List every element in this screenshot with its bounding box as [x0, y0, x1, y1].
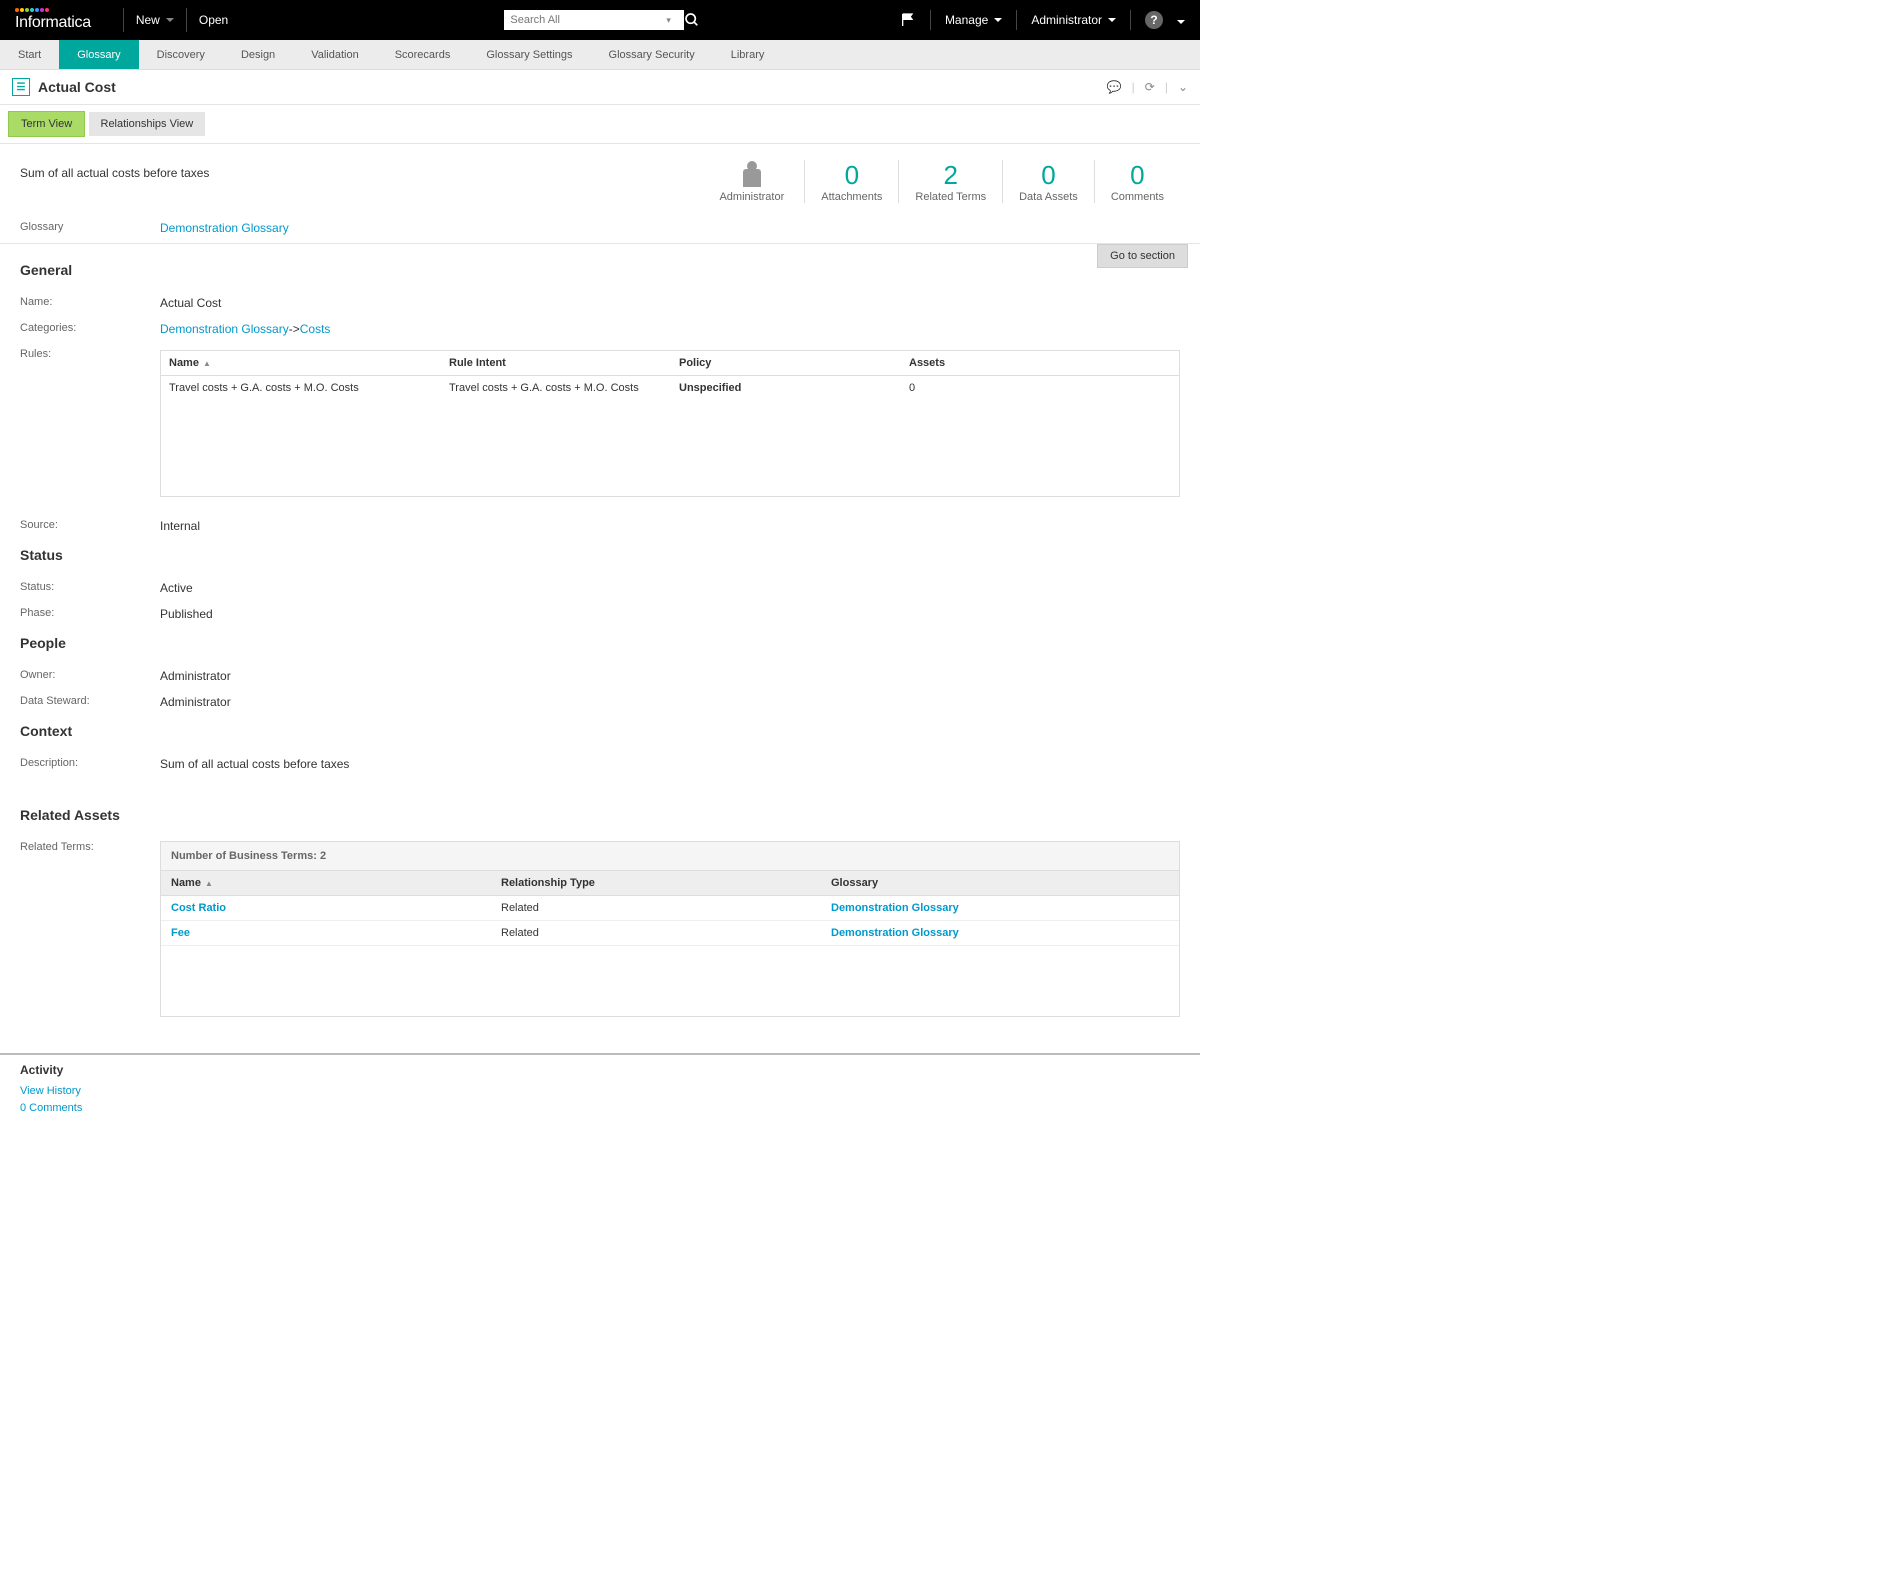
section-people-title: People	[20, 635, 1180, 651]
app-logo: Informatica	[15, 8, 91, 32]
search-icon[interactable]	[684, 12, 700, 28]
glossary-row: Glossary Demonstration Glossary	[0, 213, 1200, 244]
tab-discovery[interactable]: Discovery	[139, 40, 223, 69]
refresh-icon[interactable]: ⟳	[1145, 80, 1155, 94]
manage-menu[interactable]: Manage	[945, 13, 1002, 27]
related-header-glossary[interactable]: Glossary	[821, 871, 1151, 895]
name-label: Name:	[20, 296, 160, 310]
term-description: Sum of all actual costs before taxes	[20, 166, 209, 180]
flag-icon[interactable]	[900, 12, 916, 28]
description-label: Description:	[20, 757, 160, 771]
user-menu[interactable]: Administrator	[1031, 13, 1116, 27]
tab-design[interactable]: Design	[223, 40, 293, 69]
categories-label: Categories:	[20, 322, 160, 336]
tab-glossary-settings[interactable]: Glossary Settings	[468, 40, 590, 69]
term-icon: ☰	[12, 78, 30, 96]
tab-relationships-view[interactable]: Relationships View	[89, 112, 206, 136]
page-title: Actual Cost	[38, 79, 116, 95]
phase-label: Phase:	[20, 607, 160, 621]
tab-scorecards[interactable]: Scorecards	[377, 40, 469, 69]
source-value: Internal	[160, 519, 1180, 533]
name-value: Actual Cost	[160, 296, 1180, 310]
status-value: Active	[160, 581, 1180, 595]
related-term-link[interactable]: Cost Ratio	[171, 902, 226, 914]
tab-glossary-security[interactable]: Glossary Security	[591, 40, 713, 69]
user-icon	[743, 169, 761, 187]
categories-link-glossary[interactable]: Demonstration Glossary	[160, 322, 289, 336]
tab-validation[interactable]: Validation	[293, 40, 377, 69]
section-general-title: General	[20, 262, 1180, 278]
new-menu[interactable]: New	[136, 13, 174, 27]
content-area: Go to section General Name: Actual Cost …	[0, 244, 1200, 1033]
view-history-link[interactable]: View History	[20, 1083, 1180, 1100]
source-label: Source:	[20, 519, 160, 533]
search-scope-dropdown-icon[interactable]: ▾	[666, 15, 671, 26]
related-row: Fee Related Demonstration Glossary	[161, 921, 1179, 946]
rules-table: Name▲ Rule Intent Policy Assets Travel c…	[160, 350, 1180, 497]
description-value: Sum of all actual costs before taxes	[160, 757, 1180, 771]
view-tabs: Term View Relationships View	[0, 105, 1200, 144]
comments-link[interactable]: 0 Comments	[20, 1100, 1180, 1117]
comment-bubble-icon[interactable]: 💬	[1107, 80, 1122, 94]
logo-text: Informatica	[15, 14, 91, 32]
phase-value: Published	[160, 607, 1180, 621]
related-glossary-link[interactable]: Demonstration Glossary	[831, 927, 959, 939]
status-label: Status:	[20, 581, 160, 595]
rules-row[interactable]: Travel costs + G.A. costs + M.O. Costs T…	[161, 376, 1179, 400]
related-header-name[interactable]: Name▲	[161, 871, 491, 895]
help-icon[interactable]: ?	[1145, 11, 1163, 29]
related-row: Cost Ratio Related Demonstration Glossar…	[161, 896, 1179, 921]
rules-header-name[interactable]: Name▲	[161, 351, 441, 375]
search-input[interactable]	[504, 10, 684, 30]
tab-glossary[interactable]: Glossary	[59, 40, 138, 69]
stat-attachments[interactable]: 0 Attachments	[804, 160, 898, 203]
section-related-assets-title: Related Assets	[20, 807, 1180, 823]
rules-label: Rules:	[20, 348, 160, 497]
related-header-type[interactable]: Relationship Type	[491, 871, 821, 895]
stat-administrator: Administrator	[703, 169, 804, 203]
nav-tabs: Start Glossary Discovery Design Validati…	[0, 40, 1200, 70]
steward-value: Administrator	[160, 695, 1180, 709]
stat-data-assets[interactable]: 0 Data Assets	[1002, 160, 1094, 203]
top-bar: Informatica New Open ▾ Manage Administra…	[0, 0, 1200, 40]
stat-related-terms[interactable]: 2 Related Terms	[898, 160, 1002, 203]
glossary-label: Glossary	[20, 221, 160, 235]
page-header: ☰ Actual Cost 💬 | ⟳ | ⌄	[0, 70, 1200, 105]
owner-value: Administrator	[160, 669, 1180, 683]
goto-section-button[interactable]: Go to section	[1097, 244, 1188, 268]
related-glossary-link[interactable]: Demonstration Glossary	[831, 902, 959, 914]
related-terms-label: Related Terms:	[20, 841, 160, 1017]
activity-title: Activity	[20, 1063, 1180, 1077]
rules-header-policy[interactable]: Policy	[671, 351, 901, 375]
rules-header-intent[interactable]: Rule Intent	[441, 351, 671, 375]
related-terms-caption: Number of Business Terms: 2	[161, 842, 1179, 871]
stat-comments[interactable]: 0 Comments	[1094, 160, 1180, 203]
help-dropdown-icon[interactable]	[1177, 13, 1185, 27]
glossary-link[interactable]: Demonstration Glossary	[160, 221, 289, 235]
search-container: ▾	[504, 10, 700, 30]
section-context-title: Context	[20, 723, 1180, 739]
tab-start[interactable]: Start	[0, 40, 59, 69]
tab-library[interactable]: Library	[713, 40, 783, 69]
section-status-title: Status	[20, 547, 1180, 563]
summary-row: Sum of all actual costs before taxes Adm…	[0, 144, 1200, 213]
sort-asc-icon: ▲	[203, 359, 211, 368]
activity-section: Activity View History 0 Comments	[0, 1053, 1200, 1124]
steward-label: Data Steward:	[20, 695, 160, 709]
sort-asc-icon: ▲	[205, 879, 213, 888]
related-terms-table: Number of Business Terms: 2 Name▲ Relati…	[160, 841, 1180, 1017]
related-term-link[interactable]: Fee	[171, 927, 190, 939]
tab-term-view[interactable]: Term View	[8, 111, 85, 137]
rules-header-assets[interactable]: Assets	[901, 351, 1131, 375]
expand-icon[interactable]: ⌄	[1178, 80, 1188, 94]
categories-link-costs[interactable]: Costs	[300, 322, 331, 336]
open-button[interactable]: Open	[199, 13, 228, 27]
owner-label: Owner:	[20, 669, 160, 683]
